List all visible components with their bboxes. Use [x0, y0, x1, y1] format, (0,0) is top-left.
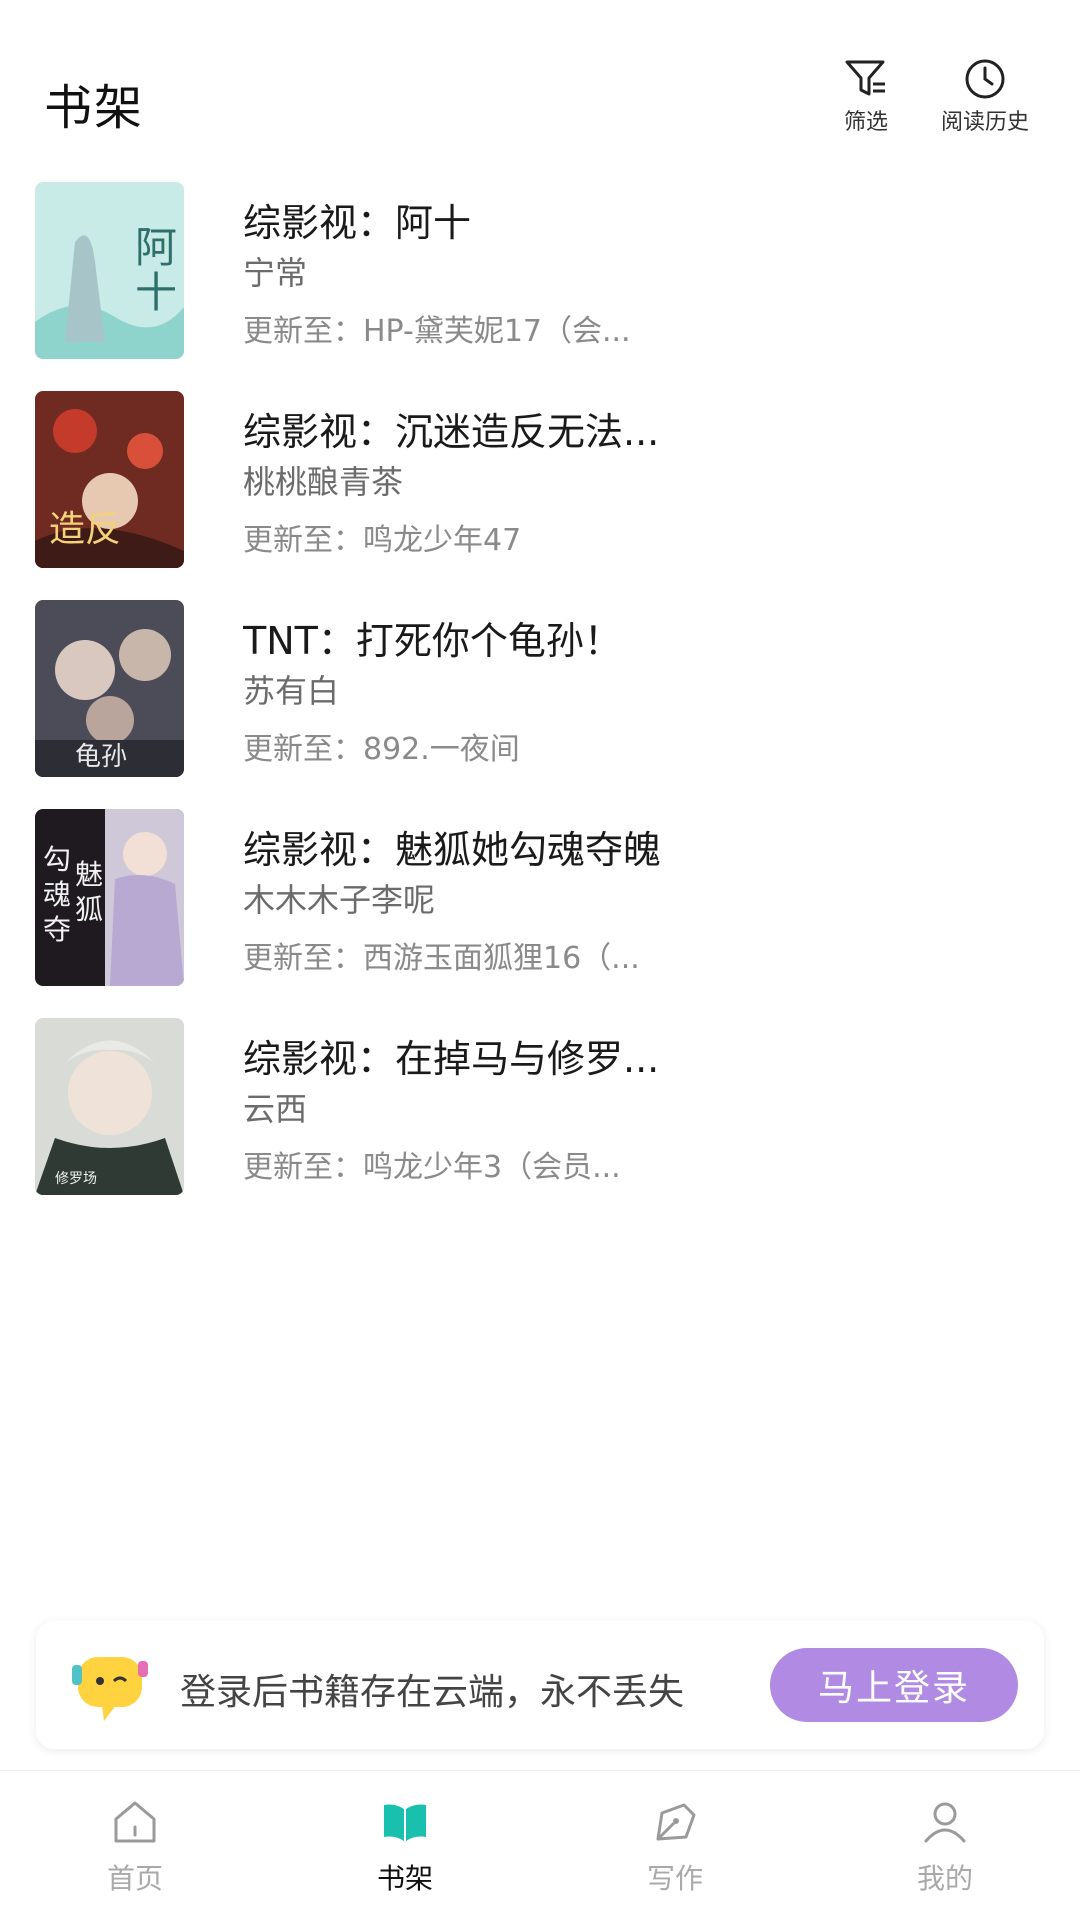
history-label: 阅读历史 — [940, 110, 1029, 135]
svg-text:修罗场: 修罗场 — [55, 1171, 97, 1187]
bookshelf-list: 阿 十 综影视：阿十 宁常 更新至：HP-黛芙妮17（会... 造反 综影视：沉… — [0, 170, 1080, 1215]
book-cover[interactable]: 造反 — [35, 391, 184, 568]
book-author: 云西 — [243, 1090, 308, 1128]
svg-text:勾: 勾 — [43, 843, 71, 876]
filter-label: 筛选 — [843, 110, 888, 135]
book-title: 综影视：阿十 — [243, 201, 472, 245]
book-item[interactable]: 修罗场 综影视：在掉马与修罗... 云西 更新至：鸣龙少年3（会员... — [0, 1006, 1080, 1215]
book-title: 综影视：沉迷造反无法... — [243, 410, 660, 454]
svg-text:狐: 狐 — [75, 893, 103, 926]
book-author: 宁常 — [243, 254, 308, 292]
book-author: 苏有白 — [243, 672, 340, 710]
book-title: 综影视：在掉马与修罗... — [243, 1037, 660, 1081]
book-item[interactable]: 勾 魂 夺 魅 狐 综影视：魅狐她勾魂夺魄 木木木子李呢 更新至：西游玉面狐狸1… — [0, 797, 1080, 1006]
tab-home[interactable]: 首页 — [55, 1799, 215, 1897]
book-item[interactable]: 龟孙 TNT：打死你个龟孙！ 苏有白 更新至：892.一夜间 — [0, 588, 1080, 797]
filter-icon — [845, 60, 885, 96]
tab-bookshelf[interactable]: 书架 — [325, 1799, 485, 1897]
pen-icon — [656, 1803, 696, 1841]
svg-text:夺: 夺 — [43, 913, 71, 946]
reading-history-button[interactable]: 阅读历史 — [930, 58, 1040, 136]
login-prompt-text: 登录后书籍存在云端，永不丢失 — [180, 1672, 685, 1713]
page-title: 书架 — [44, 80, 145, 136]
user-icon — [924, 1802, 966, 1843]
clock-icon — [965, 59, 1005, 99]
bottom-tab-bar: 首页 书架 写作 我的 — [0, 1770, 1080, 1921]
login-button[interactable]: 马上登录 — [770, 1648, 1018, 1722]
book-update-status: 更新至：HP-黛芙妮17（会... — [243, 314, 631, 349]
book-author: 桃桃酿青茶 — [243, 463, 404, 501]
tab-label: 我的 — [916, 1862, 973, 1895]
book-cover[interactable]: 修罗场 — [35, 1018, 184, 1195]
book-update-status: 更新至：西游玉面狐狸16（... — [243, 941, 640, 976]
svg-text:龟孙: 龟孙 — [75, 742, 127, 772]
tab-label: 首页 — [106, 1862, 163, 1895]
book-title: TNT：打死你个龟孙！ — [243, 619, 622, 663]
book-cover[interactable]: 龟孙 — [35, 600, 184, 777]
tab-write[interactable]: 写作 — [595, 1799, 755, 1897]
book-update-status: 更新至：892.一夜间 — [243, 732, 520, 767]
svg-text:造反: 造反 — [49, 509, 121, 550]
top-bar: 书架 筛选 阅读历史 — [0, 0, 1080, 160]
book-update-status: 更新至：鸣龙少年47 — [243, 523, 522, 558]
book-title: 综影视：魅狐她勾魂夺魄 — [243, 828, 662, 872]
tab-label: 写作 — [646, 1862, 703, 1895]
svg-text:十: 十 — [135, 268, 177, 317]
book-cover[interactable]: 阿 十 — [35, 182, 184, 359]
svg-text:阿: 阿 — [135, 223, 177, 272]
tab-label: 书架 — [376, 1862, 433, 1895]
book-update-status: 更新至：鸣龙少年3（会员... — [243, 1150, 621, 1185]
book-item[interactable]: 造反 综影视：沉迷造反无法... 桃桃酿青茶 更新至：鸣龙少年47 — [0, 379, 1080, 588]
svg-text:魅: 魅 — [75, 858, 103, 891]
tab-profile[interactable]: 我的 — [865, 1799, 1025, 1897]
book-cover[interactable]: 勾 魂 夺 魅 狐 — [35, 809, 184, 986]
filter-button[interactable]: 筛选 — [834, 58, 898, 136]
svg-text:魂: 魂 — [43, 878, 71, 911]
book-author: 木木木子李呢 — [243, 881, 436, 919]
book-item[interactable]: 阿 十 综影视：阿十 宁常 更新至：HP-黛芙妮17（会... — [0, 170, 1080, 379]
chat-bubble-icon — [72, 1657, 148, 1721]
book-icon — [384, 1804, 426, 1841]
login-banner: 登录后书籍存在云端，永不丢失 马上登录 — [36, 1621, 1044, 1749]
home-icon — [114, 1801, 156, 1843]
